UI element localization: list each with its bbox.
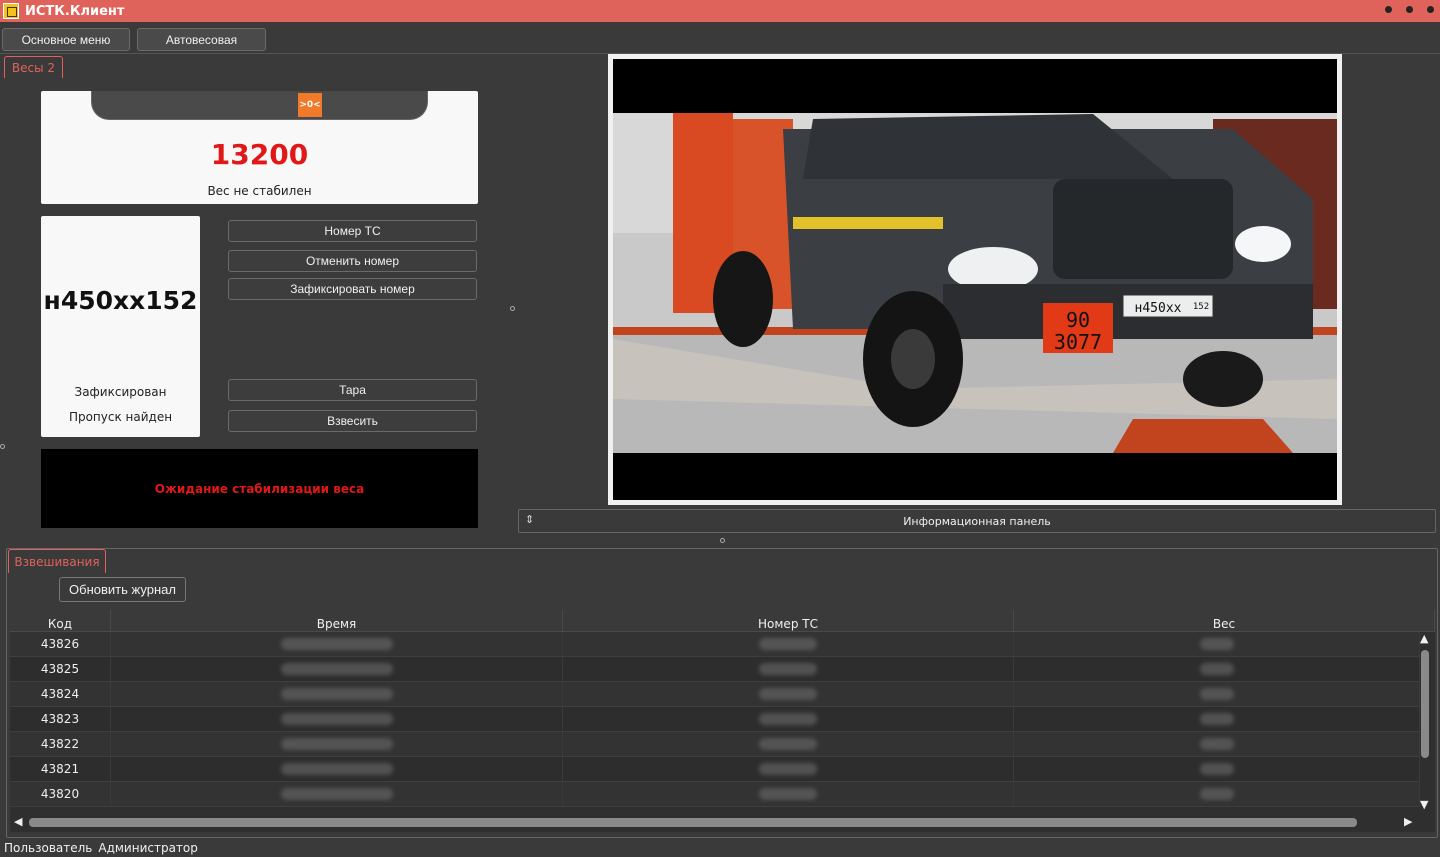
table-body: 43826 43825 43824 43823 43822 43821 4382… (10, 632, 1420, 807)
horizontal-scroll-thumb[interactable] (29, 818, 1357, 827)
vertical-scrollbar[interactable]: ▲ ▼ (1417, 632, 1433, 812)
cell-plate-redacted (759, 738, 817, 750)
main-menu-button[interactable]: Основное меню (2, 28, 130, 51)
table-header: Код Время Номер ТС Вес (10, 610, 1435, 632)
minimize-button[interactable] (1385, 6, 1392, 13)
weigh-button[interactable]: Взвесить (228, 410, 477, 432)
cell-time-redacted (280, 763, 393, 775)
cell-weight-redacted (1199, 713, 1234, 725)
app-logo-icon (3, 3, 19, 19)
info-panel-toggle[interactable]: ⇕ Информационная панель (518, 509, 1436, 533)
plate-status-fixed: Зафиксирован (74, 385, 167, 399)
weight-indicator-strip: >0< (91, 91, 428, 120)
cell-plate-redacted (759, 788, 817, 800)
table-row[interactable]: 43826 (10, 632, 1420, 657)
app-title: ИСТК.Клиент (25, 3, 125, 19)
status-message: Ожидание стабилизации веса (154, 481, 365, 496)
camera-plate-text: н450хх (1135, 301, 1182, 316)
splitter-handle-left[interactable] (0, 444, 5, 449)
cell-code: 43826 (10, 632, 111, 656)
cell-code: 43823 (10, 707, 111, 731)
hazard-plate-bottom: 3077 (1054, 330, 1102, 354)
cell-weight-redacted (1199, 663, 1234, 675)
camera-view: 90 3077 н450хх 152 (608, 54, 1342, 505)
cell-time-redacted (280, 663, 393, 675)
camera-image: 90 3077 н450хх 152 (613, 59, 1337, 500)
cell-weight-redacted (1199, 788, 1234, 800)
status-user-label: Пользователь (4, 841, 93, 855)
cell-weight-redacted (1199, 738, 1234, 750)
cell-plate-redacted (759, 663, 817, 675)
horizontal-scrollbar[interactable]: ◀ ▶ (10, 814, 1420, 831)
status-bar: Пользователь Администратор (0, 841, 1440, 857)
scroll-down-icon[interactable]: ▼ (1420, 798, 1428, 811)
scales-menu-button[interactable]: Автовесовая (137, 28, 266, 51)
cell-weight-redacted (1199, 638, 1234, 650)
cancel-number-button[interactable]: Отменить номер (228, 250, 477, 272)
table-row[interactable]: 43823 (10, 707, 1420, 732)
status-user-name: Администратор (98, 841, 198, 855)
cell-time-redacted (280, 688, 393, 700)
plate-status-pass: Пропуск найден (68, 410, 173, 424)
hazard-plate-top: 90 (1066, 308, 1090, 332)
cell-time-redacted (280, 788, 393, 800)
menu-bar: Основное меню Автовесовая (0, 22, 1440, 54)
fix-number-button[interactable]: Зафиксировать номер (228, 278, 477, 300)
cell-weight-redacted (1199, 688, 1234, 700)
column-header-code[interactable]: Код (10, 610, 111, 632)
table-row[interactable]: 43820 (10, 782, 1420, 807)
scroll-left-icon[interactable]: ◀ (14, 815, 22, 828)
column-header-time[interactable]: Время (111, 610, 563, 632)
cell-plate-redacted (759, 763, 817, 775)
info-panel-label: Информационная панель (903, 514, 1051, 528)
vehicle-number-button[interactable]: Номер ТС (228, 220, 477, 242)
splitter-handle-bottom[interactable] (720, 538, 725, 543)
cell-plate-redacted (759, 688, 817, 700)
column-header-weight[interactable]: Вес (1014, 610, 1435, 632)
cell-plate-redacted (759, 713, 817, 725)
plate-card: н450хх152 Зафиксирован Пропуск найден (41, 216, 200, 437)
vertical-scroll-thumb[interactable] (1421, 650, 1429, 758)
table-row[interactable]: 43821 (10, 757, 1420, 782)
scroll-up-icon[interactable]: ▲ (1420, 632, 1428, 645)
column-header-plate[interactable]: Номер ТС (563, 610, 1014, 632)
cell-code: 43820 (10, 782, 111, 806)
weight-value: 13200 (210, 138, 309, 171)
table-row[interactable]: 43825 (10, 657, 1420, 682)
camera-plate-region: 152 (1193, 302, 1209, 312)
table-row[interactable]: 43822 (10, 732, 1420, 757)
plate-number: н450хх152 (43, 286, 198, 315)
cell-weight-redacted (1199, 763, 1234, 775)
close-button[interactable] (1427, 6, 1434, 13)
zero-indicator: >0< (298, 93, 322, 117)
cell-code: 43822 (10, 732, 111, 756)
status-panel: Ожидание стабилизации веса (41, 449, 478, 528)
camera-truck-image: 90 3077 н450хх 152 (613, 59, 1337, 500)
maximize-button[interactable] (1406, 6, 1413, 13)
weight-display: >0< 13200 Вес не стабилен (41, 91, 478, 204)
cell-time-redacted (280, 738, 393, 750)
tab-weighings[interactable]: Взвешивания (8, 549, 106, 573)
splitter-handle[interactable] (510, 306, 515, 311)
cell-plate-redacted (759, 638, 817, 650)
weight-status: Вес не стабилен (207, 184, 312, 198)
weighings-table: Код Время Номер ТС Вес 43826 43825 43824… (10, 610, 1435, 832)
tab-scales-2[interactable]: Весы 2 (4, 56, 63, 78)
cell-time-redacted (280, 713, 393, 725)
tare-button[interactable]: Тара (228, 379, 477, 401)
refresh-journal-button[interactable]: Обновить журнал (59, 577, 186, 602)
scroll-right-icon[interactable]: ▶ (1404, 815, 1412, 828)
cell-code: 43825 (10, 657, 111, 681)
title-bar: ИСТК.Клиент (0, 0, 1440, 22)
table-row[interactable]: 43824 (10, 682, 1420, 707)
expand-collapse-icon: ⇕ (525, 513, 535, 526)
cell-code: 43824 (10, 682, 111, 706)
cell-time-redacted (280, 638, 393, 650)
cell-code: 43821 (10, 757, 111, 781)
